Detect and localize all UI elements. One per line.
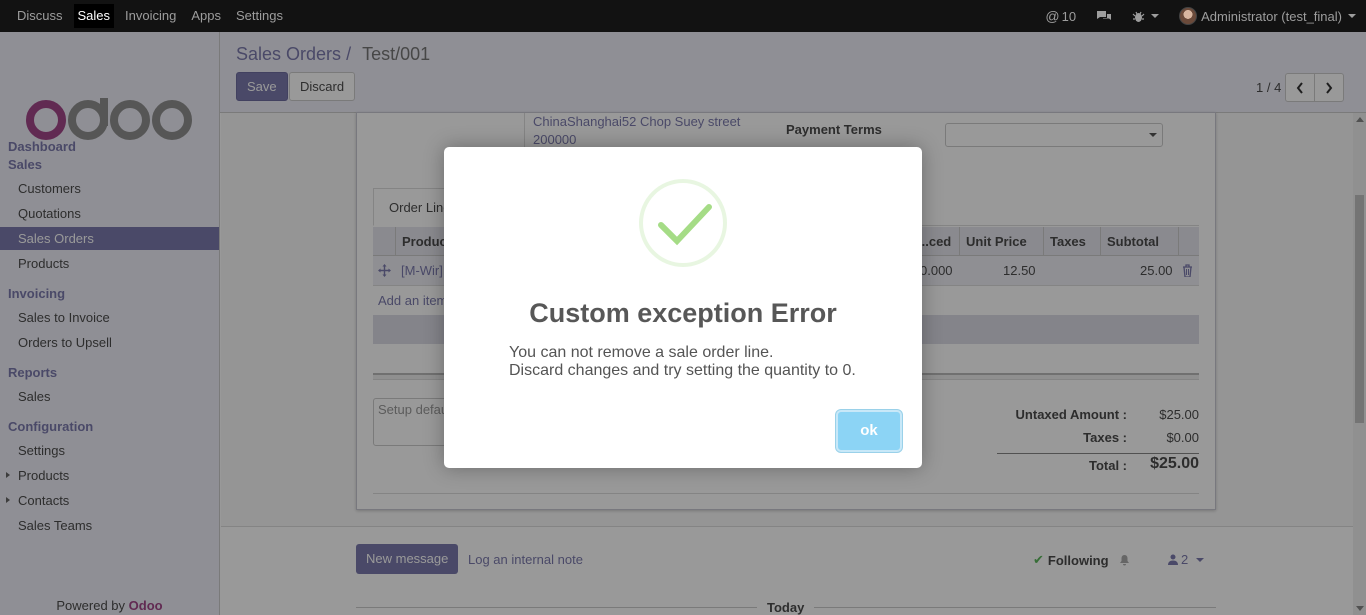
dialog-message-line: You can not remove a sale order line. [509, 344, 774, 361]
dialog-message: You can not remove a sale order line. Di… [509, 344, 856, 380]
mentions-count: 10 [1061, 8, 1077, 24]
chevron-down-icon [1348, 14, 1356, 18]
app-menu: Discuss Sales Invoicing Apps Settings [0, 0, 298, 32]
avatar [1179, 7, 1198, 25]
error-dialog: Custom exception Error You can not remov… [444, 147, 922, 468]
chevron-down-icon [1151, 14, 1160, 18]
dialog-message-line: Discard changes and try setting the quan… [509, 362, 856, 379]
dialog-title: Custom exception Error [529, 298, 837, 328]
menu-settings[interactable]: Settings [236, 4, 283, 28]
menu-sales[interactable]: Sales [73, 4, 115, 28]
top-navbar: Discuss Sales Invoicing Apps Settings @ … [0, 0, 1366, 32]
user-menu-button[interactable]: Administrator (test_final) [1179, 7, 1356, 25]
ok-button[interactable]: ok [836, 410, 902, 452]
chat-bubbles-icon [1097, 10, 1112, 20]
mentions-button[interactable]: @ 10 [1045, 8, 1076, 24]
user-name: Administrator (test_final) [1201, 8, 1342, 24]
success-circle-icon [639, 179, 727, 267]
debug-menu-button[interactable] [1132, 10, 1160, 23]
menu-apps[interactable]: Apps [191, 4, 221, 28]
checkmark-icon [658, 204, 712, 246]
menu-invoicing[interactable]: Invoicing [125, 4, 176, 28]
chat-button[interactable] [1096, 10, 1112, 23]
at-icon: @ [1045, 8, 1060, 24]
bug-icon [1132, 11, 1145, 22]
menu-discuss[interactable]: Discuss [17, 4, 63, 28]
systray: @ 10 Administrator (test_final) [1045, 0, 1366, 32]
